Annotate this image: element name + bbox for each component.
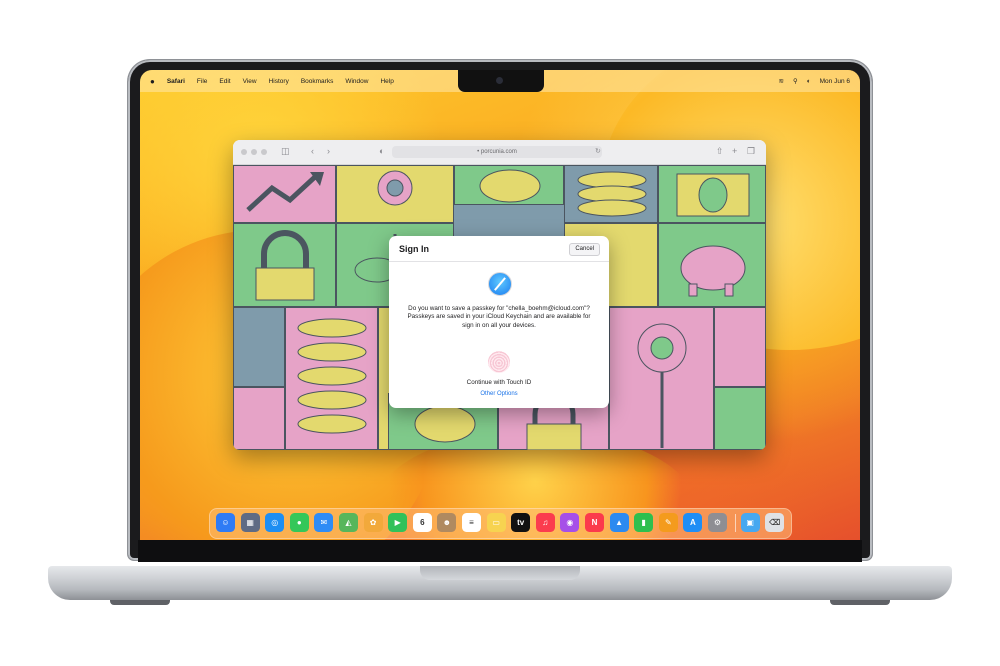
dock-calendar-icon[interactable]: 6 bbox=[412, 513, 432, 532]
search-icon[interactable]: ⚲ bbox=[793, 77, 798, 85]
coin-tile bbox=[454, 165, 564, 205]
laptop-foot bbox=[110, 600, 170, 605]
laptop-chin bbox=[138, 540, 862, 562]
flower-icon bbox=[637, 323, 687, 448]
window-controls bbox=[241, 149, 267, 155]
menu-bookmarks[interactable]: Bookmarks bbox=[301, 78, 334, 85]
dock-photos-icon[interactable]: ✿ bbox=[363, 513, 383, 532]
other-options-link[interactable]: Other Options bbox=[389, 391, 609, 397]
sidebar-icon[interactable]: ◫ bbox=[281, 146, 290, 157]
dock-safari-icon[interactable]: ◎ bbox=[265, 513, 285, 532]
desktop: ● Safari File Edit View History Bookmark… bbox=[140, 70, 860, 540]
piggy-bank-icon bbox=[680, 245, 746, 297]
dock-separator bbox=[734, 514, 736, 532]
dock-news-icon[interactable]: N bbox=[585, 513, 604, 532]
touch-id-label[interactable]: Continue with Touch ID bbox=[389, 379, 609, 386]
dock-downloads-icon[interactable]: ▣ bbox=[740, 513, 760, 532]
chart-tile bbox=[233, 165, 336, 223]
menu-file[interactable]: File bbox=[197, 78, 207, 85]
flower-tile bbox=[336, 165, 454, 223]
dock-launchpad-icon[interactable]: ▦ bbox=[240, 513, 260, 532]
reload-icon[interactable]: ↻ bbox=[595, 147, 601, 155]
flower-tile bbox=[609, 307, 714, 450]
cancel-button[interactable]: Cancel bbox=[569, 243, 600, 256]
padlock-icon bbox=[255, 230, 315, 301]
heart-tile bbox=[233, 387, 285, 450]
wifi-icon[interactable]: ≋ bbox=[778, 77, 783, 85]
laptop-foot bbox=[830, 600, 890, 605]
safari-window: ◫ ‹ › ◐ • porcunia.com ↻ ⇧ + ❐ Sign In C… bbox=[233, 140, 766, 450]
new-tab-icon[interactable]: + bbox=[732, 146, 737, 156]
menu-history[interactable]: History bbox=[269, 78, 289, 85]
web-page: Sign In Cancel Do you want to save a pas… bbox=[233, 165, 766, 450]
minimize-window-button[interactable] bbox=[251, 149, 257, 155]
forward-icon[interactable]: › bbox=[327, 146, 330, 156]
coin-stack-tile bbox=[285, 307, 378, 450]
lock-tile bbox=[233, 223, 336, 307]
dock-numbers-icon[interactable]: ▮ bbox=[634, 513, 654, 532]
control-center-icon[interactable]: ◐ bbox=[807, 78, 811, 85]
banknote-icon bbox=[676, 173, 750, 217]
piggy-bank-tile bbox=[658, 223, 766, 307]
coin-tile bbox=[233, 307, 285, 387]
coin-stack-tile bbox=[564, 165, 658, 223]
dock-facetime-icon[interactable]: ▶ bbox=[388, 513, 408, 532]
dialog-divider bbox=[389, 261, 609, 262]
dock-podcasts-icon[interactable]: ◉ bbox=[560, 513, 580, 532]
passkey-message: Do you want to save a passkey for "chell… bbox=[407, 305, 591, 329]
flower-icon bbox=[377, 170, 413, 206]
zoom-window-button[interactable] bbox=[261, 149, 267, 155]
address-bar[interactable]: • porcunia.com bbox=[392, 146, 602, 158]
menu-help[interactable]: Help bbox=[380, 78, 393, 85]
safari-compass-icon bbox=[488, 272, 512, 296]
coin-tile bbox=[714, 307, 766, 387]
trend-arrow-icon bbox=[246, 172, 324, 212]
pattern-tile bbox=[714, 387, 766, 450]
dialog-title: Sign In bbox=[399, 244, 429, 254]
dock-tv-icon[interactable]: tv bbox=[511, 513, 531, 532]
dock-reminders-icon[interactable]: ≡ bbox=[462, 513, 481, 532]
back-icon[interactable]: ‹ bbox=[311, 146, 314, 156]
trackpad-notch bbox=[420, 566, 580, 580]
dock-keynote-icon[interactable]: ▲ bbox=[609, 513, 629, 532]
dock-pages-icon[interactable]: ✎ bbox=[658, 513, 678, 532]
calendar-day: 6 bbox=[420, 518, 425, 527]
tab-overview-icon[interactable]: ❐ bbox=[747, 146, 755, 157]
close-window-button[interactable] bbox=[241, 149, 247, 155]
menu-clock[interactable]: Mon Jun 6 bbox=[820, 78, 850, 85]
menu-view[interactable]: View bbox=[243, 78, 257, 85]
compass-needle bbox=[494, 277, 506, 291]
dock-music-icon[interactable]: ♫ bbox=[535, 513, 555, 532]
menu-app-safari[interactable]: Safari bbox=[167, 78, 185, 85]
dock-mail-icon[interactable]: ✉ bbox=[314, 513, 334, 532]
menu-edit[interactable]: Edit bbox=[219, 78, 230, 85]
coin-icon bbox=[479, 169, 541, 203]
dock-notes-icon[interactable]: ▭ bbox=[486, 513, 506, 532]
dock-finder-icon[interactable]: ☺ bbox=[216, 513, 235, 532]
dock-app-store-icon[interactable]: A bbox=[683, 513, 703, 532]
coin-stack-icon bbox=[297, 318, 367, 434]
dock: ☺ ▦ ◎ ● ✉ ◭ ✿ ▶ 6 ☻ ≡ ▭ tv ♫ ◉ N ▲ ▮ ✎ A ⚙ ▣ ⌫ bbox=[209, 508, 792, 539]
menu-window[interactable]: Window bbox=[345, 78, 368, 85]
shield-icon[interactable]: ◐ bbox=[379, 146, 384, 156]
banknote-tile bbox=[658, 165, 766, 223]
camera-icon bbox=[496, 77, 503, 84]
dock-trash-icon[interactable]: ⌫ bbox=[765, 513, 785, 532]
share-icon[interactable]: ⇧ bbox=[716, 146, 724, 157]
coin-stack-icon bbox=[577, 171, 647, 217]
url-text: porcunia.com bbox=[480, 149, 517, 155]
dock-messages-icon[interactable]: ● bbox=[289, 513, 309, 532]
dock-maps-icon[interactable]: ◭ bbox=[339, 513, 358, 532]
passkey-dialog: Sign In Cancel Do you want to save a pas… bbox=[389, 236, 609, 408]
safari-toolbar: ◫ ‹ › ◐ • porcunia.com ↻ ⇧ + ❐ bbox=[233, 140, 766, 165]
apple-menu-icon[interactable]: ● bbox=[150, 77, 155, 86]
dock-system-preferences-icon[interactable]: ⚙ bbox=[708, 513, 727, 532]
dock-contacts-icon[interactable]: ☻ bbox=[437, 513, 457, 532]
touch-id-icon[interactable] bbox=[488, 351, 510, 373]
